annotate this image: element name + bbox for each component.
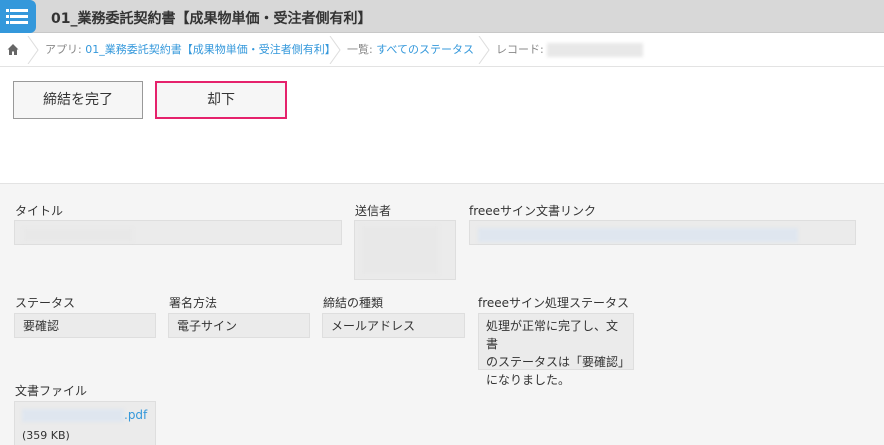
breadcrumb-record-prefix: レコード: <box>496 43 548 56</box>
title-value-redacted <box>23 227 133 242</box>
sender-field <box>354 220 456 280</box>
process-status-value: 処理が正常に完了し、文書 のステータスは「要確認」 になりました。 <box>478 313 634 387</box>
breadcrumb-app: アプリ: 01_業務委託契約書【成果物単価・受注者側有利】 <box>45 33 336 67</box>
process-status-line: 処理が正常に完了し、文書 <box>486 319 619 351</box>
breadcrumb-separator <box>478 36 490 64</box>
record-id-redacted <box>547 43 644 57</box>
app-header: 01_業務委託契約書【成果物単価・受注者側有利】 <box>0 0 884 33</box>
file-link[interactable]: .pdf <box>22 406 148 424</box>
title-label: タイトル <box>15 204 64 218</box>
breadcrumb-separator <box>329 36 341 64</box>
file-name-redacted[interactable] <box>22 409 124 422</box>
sign-method-label: 署名方法 <box>169 296 218 310</box>
breadcrumb-list-link[interactable]: すべてのステータス <box>376 43 474 56</box>
sender-value-redacted <box>361 225 439 275</box>
process-status-label: freeeサイン処理ステータス <box>478 296 630 310</box>
breadcrumb-list: 一覧: すべてのステータス <box>347 33 474 67</box>
app-list-icon[interactable] <box>0 0 36 33</box>
status-label: ステータス <box>15 296 76 310</box>
breadcrumb-record: レコード: <box>496 33 644 67</box>
doc-link-redacted[interactable] <box>478 227 798 242</box>
record-detail: タイトル 送信者 freeeサイン文書リンク ステータス 要確認 署名方法 電子… <box>0 183 884 445</box>
breadcrumb-separator <box>27 36 39 64</box>
status-value: 要確認 <box>14 313 156 338</box>
process-status-line: になりました。 <box>486 373 571 387</box>
breadcrumb-list-prefix: 一覧: <box>347 43 377 56</box>
doc-link-label: freeeサイン文書リンク <box>469 204 597 218</box>
contract-type-value: メールアドレス <box>322 313 465 338</box>
file-extension[interactable]: .pdf <box>124 408 147 422</box>
contract-type-label: 締結の種類 <box>323 296 384 310</box>
home-icon[interactable] <box>7 33 19 67</box>
process-status-line: のステータスは「要確認」 <box>486 355 631 369</box>
app-title: 01_業務委託契約書【成果物単価・受注者側有利】 <box>51 11 372 27</box>
breadcrumb: アプリ: 01_業務委託契約書【成果物単価・受注者側有利】 一覧: すべてのステ… <box>0 33 884 67</box>
title-field <box>14 220 342 245</box>
doc-link-field[interactable] <box>469 220 856 245</box>
sign-method-value: 電子サイン <box>168 313 310 338</box>
complete-button[interactable]: 締結を完了 <box>13 81 143 119</box>
file-size: (359 KB) <box>22 429 70 442</box>
file-label: 文書ファイル <box>15 384 88 398</box>
breadcrumb-app-prefix: アプリ: <box>45 43 86 56</box>
file-field: .pdf (359 KB) <box>14 401 156 445</box>
sender-label: 送信者 <box>355 204 392 218</box>
reject-button[interactable]: 却下 <box>155 81 287 119</box>
breadcrumb-app-link[interactable]: 01_業務委託契約書【成果物単価・受注者側有利】 <box>85 43 336 56</box>
